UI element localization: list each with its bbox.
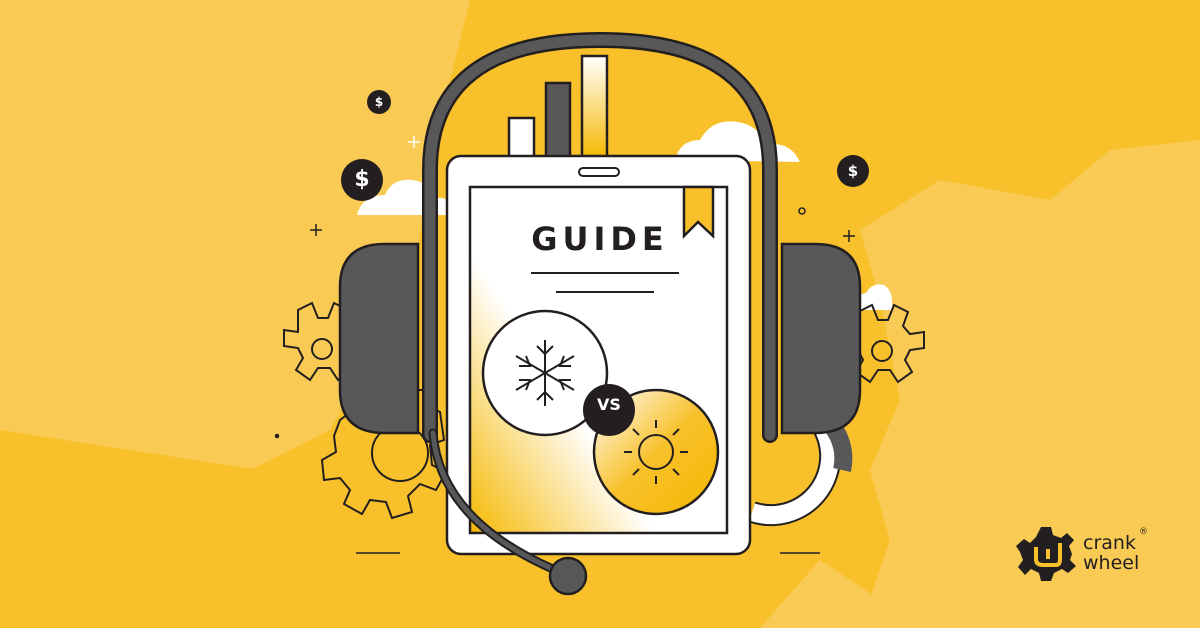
headset-earcup-right (780, 242, 862, 435)
dollar-sign-right: $ (847, 162, 859, 180)
headset-earcup-left (338, 242, 420, 435)
illustration-canvas: GUIDE VS $ $ $ crank ® wheel (0, 0, 1200, 628)
registered-mark: ® (1139, 527, 1148, 537)
versus-label: VS (597, 395, 621, 414)
dollar-sign-small: $ (374, 95, 384, 109)
brand-logo: crank ® wheel (1020, 528, 1170, 576)
brand-name-line1: crank (1083, 532, 1136, 554)
brand-name-line2: wheel (1083, 552, 1140, 574)
dollar-sign-large: $ (354, 167, 370, 192)
bar-chart-icon (507, 54, 609, 160)
guide-title: GUIDE (531, 220, 669, 258)
